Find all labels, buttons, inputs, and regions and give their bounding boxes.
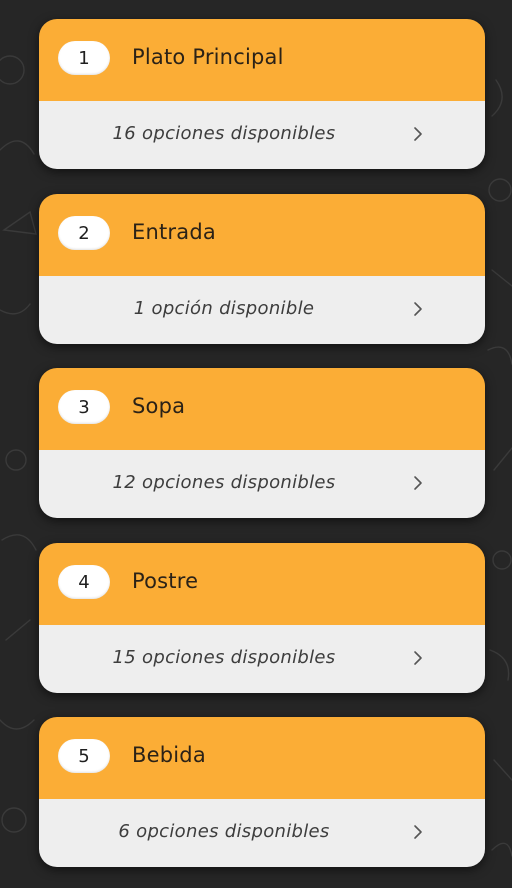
category-title: Bebida [132, 743, 206, 767]
card-body[interactable]: 1 opción disponible [39, 276, 485, 344]
options-count-text: 15 opciones disponibles [112, 647, 336, 668]
card-header: 1 Plato Principal [39, 19, 485, 101]
category-title: Postre [132, 569, 199, 593]
chevron-right-icon[interactable] [413, 823, 423, 841]
options-count-text: 16 opciones disponibles [112, 123, 336, 144]
category-card-entrada[interactable]: 2 Entrada 1 opción disponible [39, 194, 485, 344]
number-badge: 4 [58, 565, 110, 599]
number-badge: 5 [58, 739, 110, 773]
chevron-right-icon[interactable] [413, 125, 423, 143]
card-header: 3 Sopa [39, 368, 485, 450]
chevron-right-icon[interactable] [413, 300, 423, 318]
chevron-right-icon[interactable] [413, 474, 423, 492]
card-body[interactable]: 15 opciones disponibles [39, 625, 485, 693]
card-body[interactable]: 16 opciones disponibles [39, 101, 485, 169]
category-card-bebida[interactable]: 5 Bebida 6 opciones disponibles [39, 717, 485, 867]
chevron-right-icon[interactable] [413, 649, 423, 667]
category-title: Sopa [132, 394, 186, 418]
category-card-plato-principal[interactable]: 1 Plato Principal 16 opciones disponible… [39, 19, 485, 169]
card-header: 5 Bebida [39, 717, 485, 799]
category-list: 1 Plato Principal 16 opciones disponible… [0, 0, 512, 888]
options-count-text: 1 opción disponible [133, 298, 315, 319]
card-body[interactable]: 12 opciones disponibles [39, 450, 485, 518]
category-title: Plato Principal [132, 45, 284, 69]
category-title: Entrada [132, 220, 216, 244]
card-body[interactable]: 6 opciones disponibles [39, 799, 485, 867]
card-header: 2 Entrada [39, 194, 485, 276]
category-card-sopa[interactable]: 3 Sopa 12 opciones disponibles [39, 368, 485, 518]
options-count-text: 12 opciones disponibles [112, 472, 336, 493]
number-badge: 3 [58, 390, 110, 424]
category-card-postre[interactable]: 4 Postre 15 opciones disponibles [39, 543, 485, 693]
number-badge: 1 [58, 41, 110, 75]
card-header: 4 Postre [39, 543, 485, 625]
number-badge: 2 [58, 216, 110, 250]
options-count-text: 6 opciones disponibles [118, 821, 330, 842]
